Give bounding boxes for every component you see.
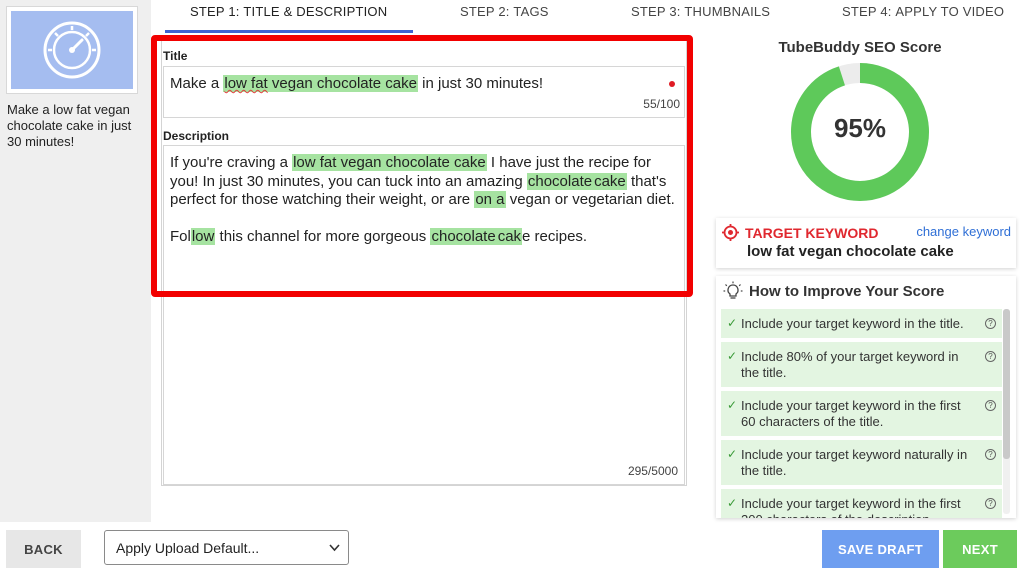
- tab-title-description[interactable]: STEP 1: TITLE & DESCRIPTION: [190, 4, 387, 19]
- title-char-count: 55/100: [643, 97, 680, 111]
- chevron-down-icon: [329, 544, 340, 552]
- help-icon[interactable]: ?: [985, 351, 996, 362]
- list-item: ✓ Include your target keyword in the tit…: [721, 309, 1002, 338]
- check-icon: ✓: [727, 349, 738, 363]
- wizard-steps: STEP 1: TITLE & DESCRIPTION STEP 2: TAGS…: [151, 0, 1024, 33]
- list-item: ✓ Include your target keyword in the fir…: [721, 391, 1002, 436]
- target-icon: [722, 224, 739, 241]
- tab-apply-to-video[interactable]: STEP 4: APPLY TO VIDEO: [842, 4, 1004, 19]
- save-draft-button[interactable]: SAVE DRAFT: [822, 530, 939, 568]
- check-icon: ✓: [727, 496, 738, 510]
- seo-score-title: TubeBuddy SEO Score: [778, 39, 942, 56]
- preview-title: Make a low fat vegan chocolate cake in j…: [7, 102, 132, 149]
- description-textarea[interactable]: If you're craving a low fat vegan chocol…: [163, 145, 685, 485]
- check-icon: ✓: [727, 447, 738, 461]
- target-keyword-value: low fat vegan chocolate cake: [747, 243, 954, 260]
- target-keyword-card: TARGET KEYWORD change keyword low fat ve…: [716, 218, 1016, 268]
- tab-tags[interactable]: STEP 2: TAGS: [460, 4, 549, 19]
- scrollbar-thumb[interactable]: [1003, 309, 1010, 459]
- tab-thumbnails[interactable]: STEP 3: THUMBNAILS: [631, 4, 770, 19]
- check-icon: ✓: [727, 398, 738, 412]
- tips-list: ✓ Include your target keyword in the tit…: [721, 309, 1002, 518]
- description-text: If you're craving a low fat vegan chocol…: [170, 154, 675, 245]
- title-label: Title: [163, 49, 188, 63]
- status-dot: [669, 81, 675, 87]
- apply-upload-default-select[interactable]: Apply Upload Default...: [104, 530, 349, 565]
- speedometer-icon: [43, 21, 101, 79]
- video-preview-panel: Make a low fat vegan chocolate cake in j…: [0, 0, 151, 522]
- list-item: ✓ Include 80% of your target keyword in …: [721, 342, 1002, 387]
- help-icon[interactable]: ?: [985, 498, 996, 509]
- description-label: Description: [163, 129, 230, 143]
- help-icon[interactable]: ?: [985, 318, 996, 329]
- help-icon[interactable]: ?: [985, 400, 996, 411]
- lightbulb-icon: [723, 281, 743, 299]
- title-text: Make a low fat vegan chocolate cake in j…: [170, 75, 544, 92]
- help-icon[interactable]: ?: [985, 449, 996, 460]
- check-icon: ✓: [727, 316, 738, 330]
- back-button[interactable]: BACK: [6, 530, 81, 568]
- video-thumbnail: [6, 6, 138, 94]
- title-input[interactable]: Make a low fat vegan chocolate cake in j…: [163, 66, 685, 118]
- target-keyword-label: TARGET KEYWORD: [745, 224, 879, 241]
- change-keyword-link[interactable]: change keyword: [916, 224, 1011, 239]
- active-step-indicator: [165, 30, 413, 33]
- list-item: ✓ Include your target keyword in the fir…: [721, 489, 1002, 518]
- list-item: ✓ Include your target keyword naturally …: [721, 440, 1002, 485]
- description-char-count: 295/5000: [627, 464, 678, 478]
- select-value: Apply Upload Default...: [116, 540, 260, 556]
- improve-score-card: How to Improve Your Score ✓ Include your…: [716, 276, 1016, 518]
- next-button[interactable]: NEXT: [943, 530, 1017, 568]
- improve-score-title: How to Improve Your Score: [749, 282, 945, 300]
- seo-score-value: 95%: [833, 113, 887, 143]
- tips-scrollbar[interactable]: [1003, 309, 1010, 514]
